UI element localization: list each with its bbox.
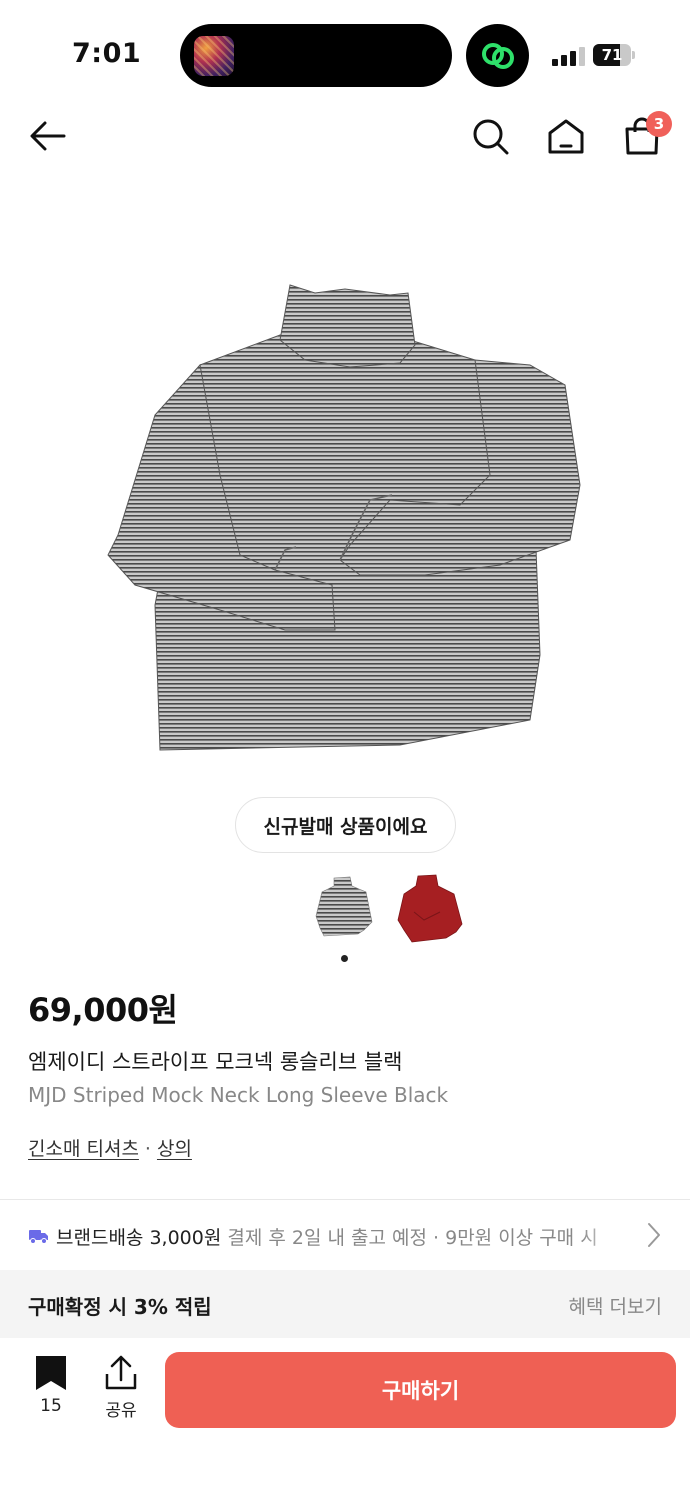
search-button[interactable] [468, 114, 512, 158]
shipping-label: 브랜드배송 [56, 1227, 144, 1249]
cart-count-badge: 3 [646, 111, 672, 137]
striped-sweater-image [107, 284, 581, 751]
share-button[interactable]: 공유 [96, 1354, 146, 1421]
product-categories: 긴소매 티셔츠 · 상의 [28, 1134, 192, 1161]
new-release-chip: 신규발매 상품이에요 [235, 797, 456, 853]
product-name-english: MJD Striped Mock Neck Long Sleeve Black [28, 1083, 449, 1107]
home-button[interactable] [544, 114, 588, 158]
shipping-schedule: 결제 후 2일 내 출고 예정 · 9만원 이상 구매 시 [227, 1227, 598, 1249]
bottom-action-bar: 15 공유 구매하기 [0, 1338, 690, 1500]
bookmark-icon [36, 1356, 66, 1390]
live-activity-icon[interactable] [466, 24, 529, 87]
battery-level: 71 [601, 46, 623, 64]
truck-icon [29, 1230, 48, 1244]
product-price: 69,000원 [28, 991, 178, 1029]
share-icon [105, 1355, 137, 1390]
product-name-korean: 엠제이디 스트라이프 모크넥 롱슬리브 블랙 [28, 1050, 403, 1074]
chevron-right-icon [648, 1223, 660, 1247]
category-separator: · [144, 1138, 151, 1160]
shipping-text: 브랜드배송 3,000원 결제 후 2일 내 출고 예정 · 9만원 이상 구매… [56, 1223, 646, 1250]
search-icon [473, 119, 509, 155]
shipping-fee: 3,000원 [149, 1227, 222, 1249]
points-label: 구매확정 시 3% 적립 [28, 1295, 212, 1319]
colorway-thumbnails [310, 872, 480, 952]
save-count: 15 [40, 1396, 62, 1416]
back-button[interactable] [26, 114, 70, 158]
save-button[interactable]: 15 [26, 1354, 76, 1420]
status-bar: 7:01 71 [0, 0, 690, 110]
points-benefit-row: 구매확정 시 3% 적립 혜택 더보기 [0, 1270, 690, 1338]
battery-icon: 71 [593, 44, 635, 66]
arrow-left-icon [30, 121, 66, 151]
grey-sweater-thumbnail [315, 876, 373, 937]
benefits-more-link[interactable]: 혜택 더보기 [569, 1292, 662, 1319]
now-playing-artwork [194, 36, 234, 76]
share-label: 공유 [105, 1401, 137, 1421]
dynamic-island[interactable] [180, 24, 452, 87]
colorway-thumbnail-red[interactable] [394, 872, 466, 946]
carousel-page-indicator [341, 955, 348, 962]
home-icon [548, 119, 584, 154]
cart-button[interactable]: 3 [620, 111, 672, 158]
red-sweater-thumbnail [397, 874, 463, 943]
buy-button[interactable]: 구매하기 [165, 1352, 676, 1428]
shipping-info-row[interactable]: 브랜드배송 3,000원 결제 후 2일 내 출고 예정 · 9만원 이상 구매… [0, 1200, 690, 1270]
category-link-tops[interactable]: 상의 [157, 1138, 192, 1160]
status-time: 7:01 [72, 38, 142, 69]
category-link-long-sleeve-tshirt[interactable]: 긴소매 티셔츠 [28, 1138, 139, 1160]
colorway-thumbnail-grey[interactable] [310, 872, 382, 946]
link-rings-icon [482, 43, 514, 69]
cellular-signal-icon [552, 46, 586, 66]
top-navigation: 3 [0, 104, 690, 168]
product-image[interactable] [100, 275, 590, 755]
